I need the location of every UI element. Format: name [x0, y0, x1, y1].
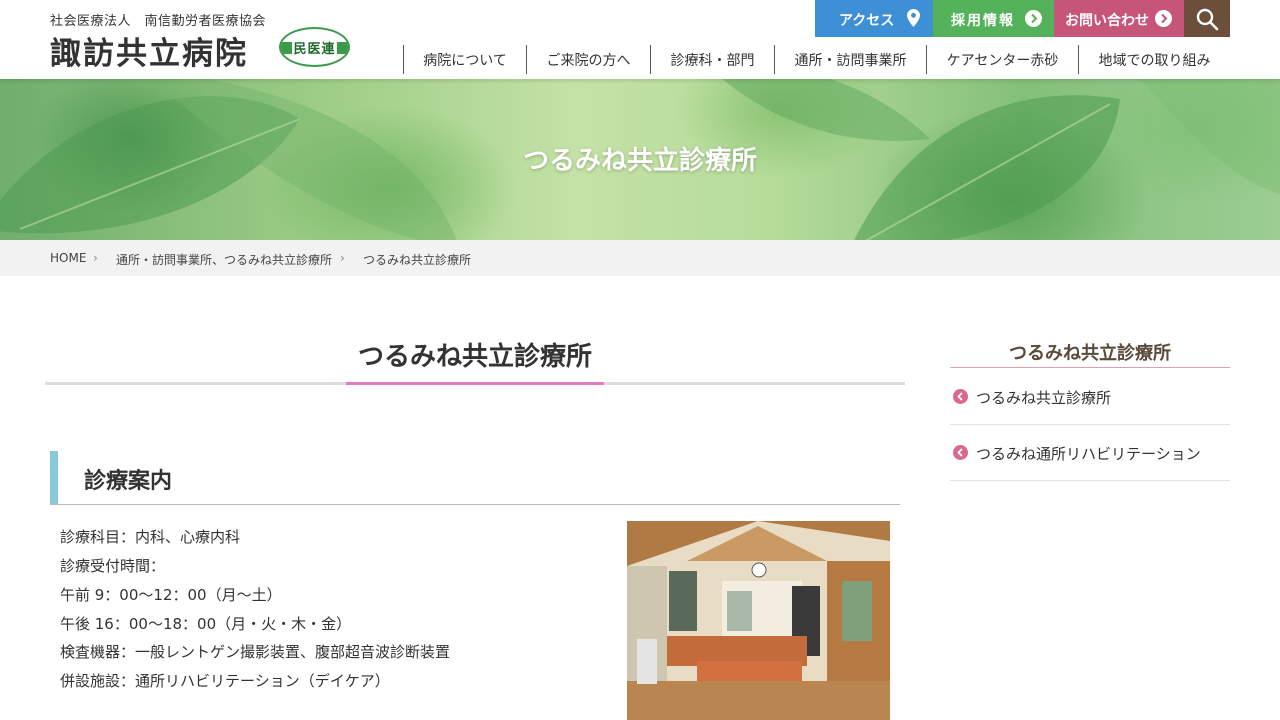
badge-text: 民医連 — [292, 42, 337, 57]
breadcrumb-parent[interactable]: 通所・訪問事業所、つるみね共立診療所 — [116, 251, 332, 268]
hero-banner: つるみね共立診療所 — [0, 79, 1280, 240]
search-button[interactable] — [1184, 0, 1230, 37]
info-hours-label: 診療受付時間： — [60, 557, 166, 575]
info-facility: 併設施設：通所リハビリテーション（デイケア） — [60, 672, 390, 690]
sidebar-item-label: つるみね共立診療所 — [976, 389, 1112, 407]
page-title: つるみね共立診療所 — [357, 342, 592, 372]
sidebar-title-divider — [950, 367, 1230, 368]
site-header: 社会医療法人 南信勤労者医療協会 諏訪共立病院 民医連 アクセス 採用情報 お問… — [0, 0, 1280, 79]
recruit-button-label: 採用情報 — [951, 13, 1015, 29]
chevron-right-icon: › — [93, 251, 98, 265]
title-accent-line — [346, 382, 604, 385]
sidebar-item-label: つるみね通所リハビリテーション — [976, 445, 1201, 463]
hero-title: つるみね共立診療所 — [522, 146, 757, 176]
access-button[interactable]: アクセス — [815, 0, 933, 37]
chevron-left-icon — [953, 445, 968, 460]
nav-item-about[interactable]: 病院について — [403, 45, 526, 74]
info-departments: 診療科目：内科、心療内科 — [60, 528, 241, 546]
nav-item-visitors[interactable]: ご来院の方へ — [526, 45, 650, 74]
contact-button-label: お問い合わせ — [1065, 13, 1149, 29]
contact-button[interactable]: お問い合わせ — [1054, 0, 1184, 37]
info-equipment: 検査機器：一般レントゲン撮影装置、腹部超音波診断装置 — [60, 643, 451, 661]
chevron-left-icon — [953, 389, 968, 404]
min-iren-badge: 民医連 — [279, 27, 350, 67]
sidebar-title: つるみね共立診療所 — [1009, 343, 1171, 364]
chevron-right-icon — [1025, 10, 1042, 27]
global-nav: 病院について ご来院の方へ 診療科・部門 通所・訪問事業所 ケアセンター赤砂 地… — [403, 45, 1230, 74]
chevron-right-icon — [1155, 10, 1172, 27]
section-heading: 診療案内 — [50, 451, 900, 505]
breadcrumb-home[interactable]: HOME — [50, 251, 86, 265]
nav-item-community[interactable]: 地域での取り組み — [1078, 45, 1230, 74]
logo-title: 諏訪共立病院 — [50, 36, 248, 72]
sidebar-item-clinic[interactable]: つるみね共立診療所 — [950, 369, 1230, 425]
site-logo[interactable]: 社会医療法人 南信勤労者医療協会 諏訪共立病院 民医連 — [50, 8, 360, 72]
nav-item-care-center[interactable]: ケアセンター赤砂 — [926, 45, 1078, 74]
nav-item-departments[interactable]: 診療科・部門 — [650, 45, 774, 74]
clinic-photo-illustration — [627, 521, 890, 720]
breadcrumb: HOME › 通所・訪問事業所、つるみね共立診療所 › つるみね共立診療所 — [0, 240, 1280, 276]
nav-item-day-services[interactable]: 通所・訪問事業所 — [774, 45, 926, 74]
sidebar-item-rehab[interactable]: つるみね通所リハビリテーション — [950, 425, 1230, 481]
section-heading-bar — [50, 451, 58, 504]
search-icon — [1196, 8, 1219, 30]
section-heading-text: 診療案内 — [84, 469, 173, 494]
access-button-label: アクセス — [839, 13, 895, 29]
map-pin-icon — [907, 9, 920, 27]
breadcrumb-current: つるみね共立診療所 — [363, 253, 472, 267]
chevron-right-icon: › — [340, 251, 345, 265]
clinic-waiting-room-photo — [627, 521, 890, 720]
logo-subtitle: 社会医療法人 南信勤労者医療協会 — [50, 14, 267, 29]
info-hours-afternoon: 午後 16：00〜18：00（月・火・木・金） — [60, 615, 352, 633]
info-hours-morning: 午前 9：00〜12：00（月〜土） — [60, 586, 282, 604]
recruit-button[interactable]: 採用情報 — [933, 0, 1054, 37]
